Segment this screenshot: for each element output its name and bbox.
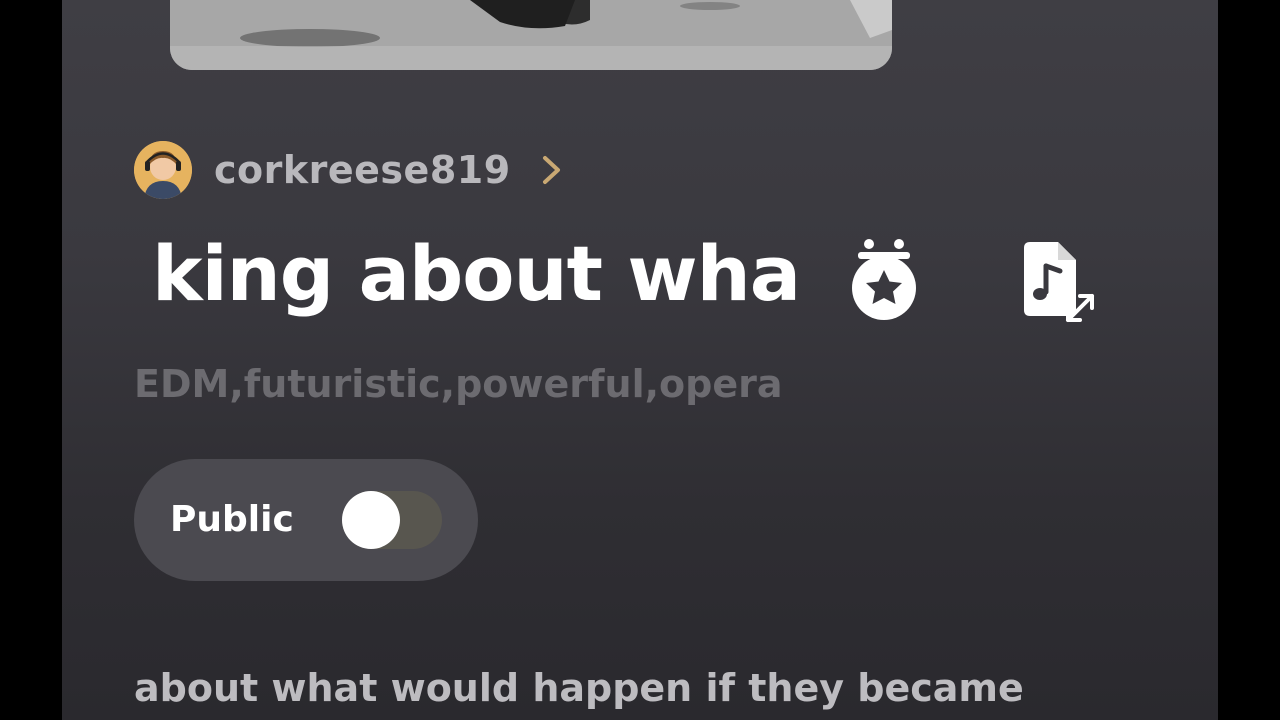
public-toggle-label: Public (170, 499, 294, 540)
song-style-tags: EDM,futuristic,powerful,opera (134, 362, 783, 406)
medal-star-icon[interactable] (850, 234, 918, 326)
lyrics-preview: about what would happen if they became (134, 666, 1024, 710)
toggle-knob[interactable] (342, 491, 400, 549)
chevron-right-icon[interactable] (539, 153, 565, 187)
title-row: king about wha (134, 222, 1174, 332)
public-toggle-container[interactable]: Public (134, 459, 478, 581)
song-title-marquee: king about wha (134, 222, 800, 332)
user-avatar[interactable] (134, 141, 192, 199)
song-detail-screen: corkreese819 king about wha EDM,futurist… (62, 0, 1218, 720)
music-file-resize-icon[interactable] (1016, 240, 1100, 326)
song-title: king about wha (152, 229, 800, 318)
avatar-graphic (134, 141, 192, 199)
cover-art-image[interactable] (170, 0, 892, 70)
public-toggle-switch[interactable] (342, 491, 442, 549)
author-row[interactable]: corkreese819 (134, 140, 565, 200)
author-username[interactable]: corkreese819 (214, 148, 511, 192)
cover-art-graphic (170, 0, 892, 70)
